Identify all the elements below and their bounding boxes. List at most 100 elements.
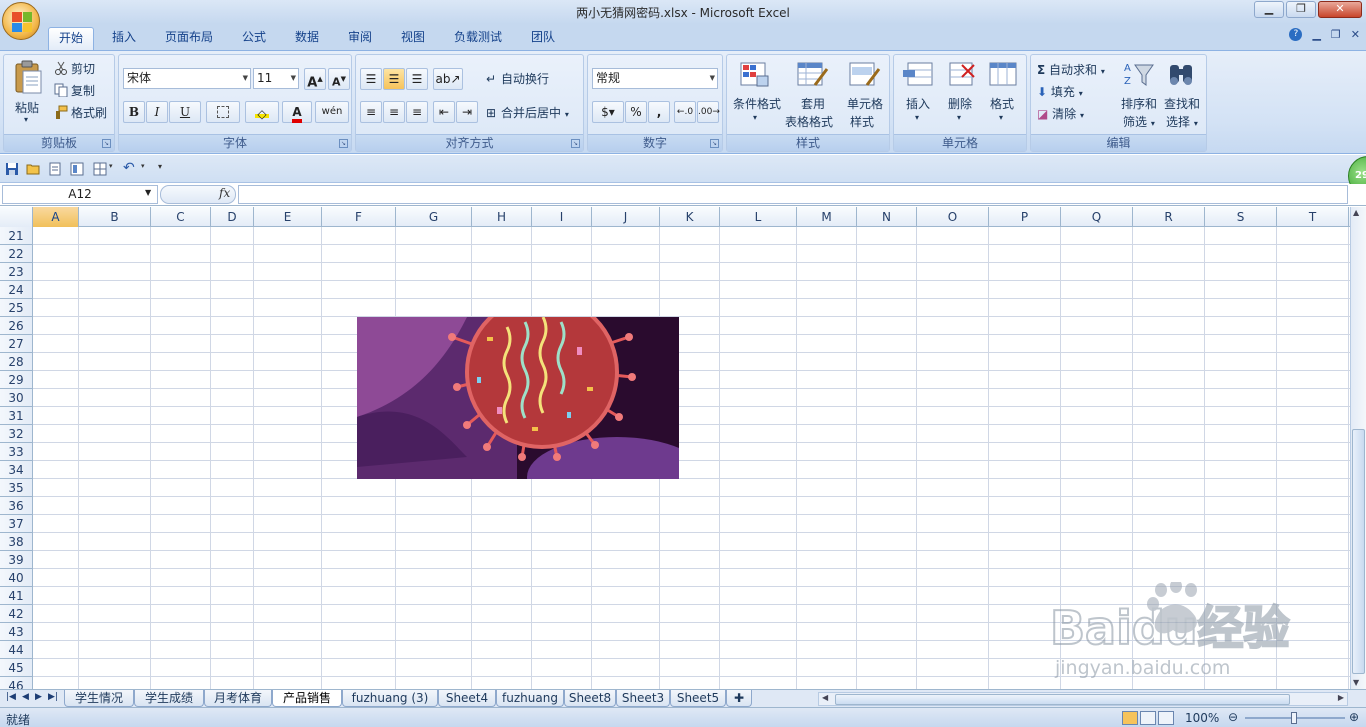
first-sheet-icon[interactable]: |◀ bbox=[6, 692, 16, 702]
chevron-down-icon[interactable]: ▾ bbox=[109, 162, 123, 176]
ribbon-close-icon[interactable]: ✕ bbox=[1351, 28, 1360, 41]
column-header-g[interactable]: G bbox=[396, 207, 472, 227]
row-header-43[interactable]: 43 bbox=[0, 623, 33, 641]
shrink-font-button[interactable]: A▼ bbox=[328, 68, 350, 90]
orientation-button[interactable]: ab↗ bbox=[433, 68, 463, 90]
horizontal-scrollbar[interactable]: ◀ ▶ bbox=[818, 692, 1348, 706]
sheet-tab-3[interactable]: 产品销售 bbox=[272, 690, 342, 707]
column-header-n[interactable]: N bbox=[857, 207, 917, 227]
paste-icon[interactable] bbox=[13, 59, 43, 95]
align-left-button[interactable]: ≡ bbox=[360, 101, 382, 123]
grow-font-button[interactable]: A▲ bbox=[304, 68, 326, 90]
column-header-r[interactable]: R bbox=[1133, 207, 1205, 227]
row-header-37[interactable]: 37 bbox=[0, 515, 33, 533]
row-header-46[interactable]: 46 bbox=[0, 677, 33, 689]
zoom-slider[interactable] bbox=[1245, 712, 1345, 724]
next-sheet-icon[interactable]: ▶ bbox=[35, 692, 42, 702]
font-name-select[interactable]: 宋体 ▼ bbox=[123, 68, 251, 89]
row-header-31[interactable]: 31 bbox=[0, 407, 33, 425]
column-header-j[interactable]: J bbox=[592, 207, 660, 227]
chevron-down-icon[interactable]: ▾ bbox=[753, 113, 757, 122]
tab-insert[interactable]: 插入 bbox=[104, 27, 144, 50]
wrap-text-button[interactable]: ↵ 自动换行 bbox=[486, 70, 549, 87]
restore-button[interactable]: ❐ bbox=[1286, 1, 1316, 18]
formula-input[interactable] bbox=[238, 185, 1348, 204]
sheet-tab-8[interactable]: Sheet3 bbox=[616, 690, 670, 707]
clear-button[interactable]: ◪ 清除 ▾ bbox=[1037, 105, 1084, 122]
chevron-down-icon[interactable]: ▾ bbox=[915, 113, 919, 122]
font-size-select[interactable]: 11 ▼ bbox=[253, 68, 299, 89]
increase-indent-button[interactable]: ⇥ bbox=[456, 101, 478, 123]
underline-button[interactable]: U bbox=[169, 101, 201, 123]
zoom-level[interactable]: 100% bbox=[1185, 711, 1219, 725]
prev-sheet-icon[interactable]: ◀ bbox=[22, 692, 29, 702]
scroll-up-icon[interactable]: ▲ bbox=[1353, 208, 1359, 217]
row-header-27[interactable]: 27 bbox=[0, 335, 33, 353]
row-header-35[interactable]: 35 bbox=[0, 479, 33, 497]
sheet-tab-6[interactable]: fuzhuang bbox=[496, 690, 564, 707]
tab-data[interactable]: 数据 bbox=[287, 27, 327, 50]
zoom-out-icon[interactable]: ⊖ bbox=[1228, 710, 1238, 724]
column-header-m[interactable]: M bbox=[797, 207, 857, 227]
scroll-right-icon[interactable]: ▶ bbox=[1338, 693, 1344, 702]
save-icon[interactable] bbox=[5, 162, 19, 176]
undo-icon[interactable]: ↶ bbox=[123, 160, 137, 176]
column-header-a[interactable]: A bbox=[33, 207, 79, 227]
vertical-scrollbar[interactable]: ▲ ▼ bbox=[1350, 207, 1366, 689]
row-header-29[interactable]: 29 bbox=[0, 371, 33, 389]
align-top-button[interactable]: ☰ bbox=[360, 68, 382, 90]
row-header-26[interactable]: 26 bbox=[0, 317, 33, 335]
conditional-format-button[interactable]: 条件格式 bbox=[733, 95, 781, 112]
scroll-left-icon[interactable]: ◀ bbox=[822, 693, 828, 702]
page-break-view-icon[interactable] bbox=[1158, 711, 1174, 725]
row-header-33[interactable]: 33 bbox=[0, 443, 33, 461]
last-sheet-icon[interactable]: ▶| bbox=[48, 692, 58, 702]
tab-team[interactable]: 团队 bbox=[523, 27, 563, 50]
sheet-tab-4[interactable]: fuzhuang (3) bbox=[342, 690, 438, 707]
format-as-table-label-1[interactable]: 套用 bbox=[801, 95, 825, 112]
autosum-button[interactable]: Σ 自动求和 ▾ bbox=[1037, 61, 1105, 78]
align-middle-button[interactable]: ☰ bbox=[383, 68, 405, 90]
sort-filter-button[interactable]: 筛选 ▾ bbox=[1123, 113, 1155, 130]
row-header-44[interactable]: 44 bbox=[0, 641, 33, 659]
number-launcher-icon[interactable]: ↘ bbox=[710, 139, 719, 148]
font-color-button[interactable]: A bbox=[282, 101, 312, 123]
minimize-button[interactable]: ▁ bbox=[1254, 1, 1284, 18]
clipboard-launcher-icon[interactable]: ↘ bbox=[102, 139, 111, 148]
row-header-34[interactable]: 34 bbox=[0, 461, 33, 479]
tab-review[interactable]: 审阅 bbox=[340, 27, 380, 50]
decrease-indent-button[interactable]: ⇤ bbox=[433, 101, 455, 123]
print-preview-icon[interactable] bbox=[48, 162, 62, 176]
help-icon[interactable]: ? bbox=[1289, 28, 1303, 41]
currency-button[interactable]: $▾ bbox=[592, 101, 624, 123]
sort-filter-label-1[interactable]: 排序和 bbox=[1121, 95, 1157, 112]
ribbon-restore-icon[interactable]: ❐ bbox=[1331, 28, 1341, 41]
row-header-24[interactable]: 24 bbox=[0, 281, 33, 299]
chevron-down-icon[interactable]: ▾ bbox=[999, 113, 1003, 122]
paste-dropdown-icon[interactable]: ▾ bbox=[24, 115, 28, 124]
tab-view[interactable]: 视图 bbox=[393, 27, 433, 50]
align-right-button[interactable]: ≡ bbox=[406, 101, 428, 123]
select-all-corner[interactable] bbox=[0, 207, 33, 227]
row-header-41[interactable]: 41 bbox=[0, 587, 33, 605]
sheet-tab-9[interactable]: Sheet5 bbox=[670, 690, 726, 707]
close-button[interactable]: ✕ bbox=[1318, 1, 1362, 18]
format-cells-button[interactable]: 格式 bbox=[990, 95, 1014, 112]
sheet-tab-0[interactable]: 学生情况 bbox=[64, 690, 134, 707]
page-layout-view-icon[interactable] bbox=[1140, 711, 1156, 725]
column-header-s[interactable]: S bbox=[1205, 207, 1277, 227]
sheet-tab-2[interactable]: 月考体育 bbox=[204, 690, 272, 707]
column-header-o[interactable]: O bbox=[917, 207, 989, 227]
insert-sheet-icon[interactable]: ✚ bbox=[726, 690, 752, 707]
bold-button[interactable]: B bbox=[123, 101, 145, 123]
column-header-b[interactable]: B bbox=[79, 207, 151, 227]
cell-styles-button[interactable]: 样式 bbox=[850, 113, 874, 130]
chevron-down-icon[interactable]: ▾ bbox=[141, 162, 155, 176]
alignment-launcher-icon[interactable]: ↘ bbox=[571, 139, 580, 148]
row-header-36[interactable]: 36 bbox=[0, 497, 33, 515]
chevron-down-icon[interactable]: ▾ bbox=[957, 113, 961, 122]
horizontal-scroll-thumb[interactable] bbox=[835, 694, 1290, 705]
sheet-tab-1[interactable]: 学生成绩 bbox=[134, 690, 204, 707]
ribbon-minimize-icon[interactable]: ▁ bbox=[1312, 28, 1320, 41]
number-format-select[interactable]: 常规 ▼ bbox=[592, 68, 718, 89]
